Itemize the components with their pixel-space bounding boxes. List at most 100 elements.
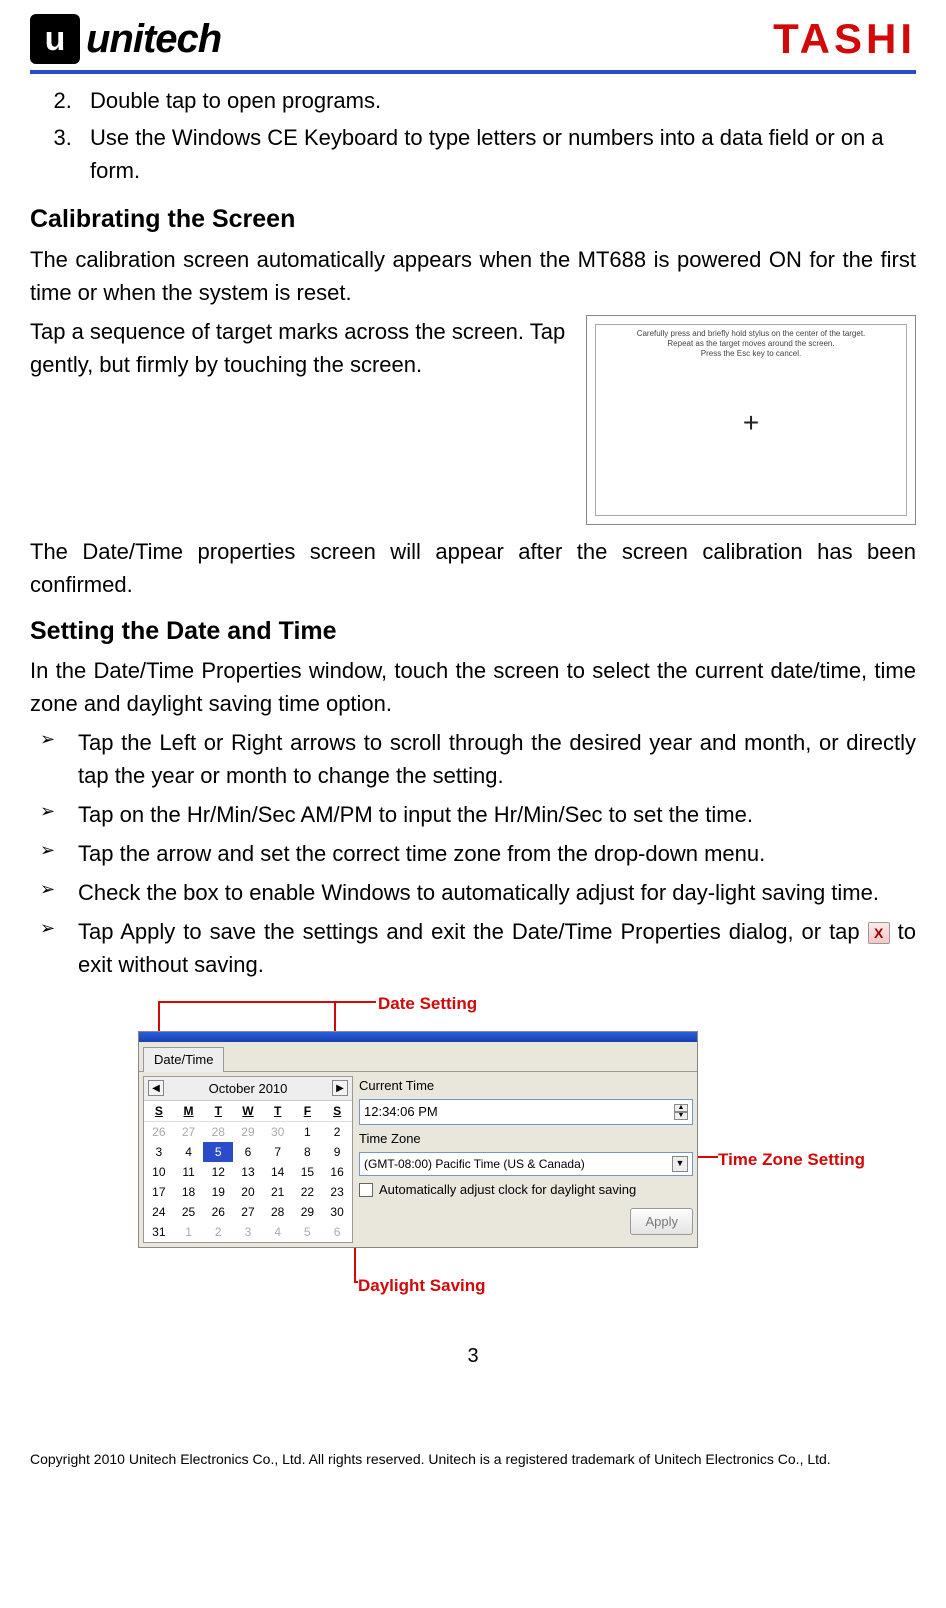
calib-intro: The calibration screen automatically app… <box>30 243 916 309</box>
calendar-dow: T <box>203 1101 233 1122</box>
calendar-day[interactable]: 29 <box>293 1202 323 1222</box>
calendar-day[interactable]: 7 <box>263 1142 293 1162</box>
calendar-month-label[interactable]: October 2010 <box>209 1079 288 1099</box>
calendar-day[interactable]: 31 <box>144 1222 174 1242</box>
datetime-bullets: Tap the Left or Right arrows to scroll t… <box>30 726 916 981</box>
calendar-dow: M <box>174 1101 204 1122</box>
calendar-day[interactable]: 6 <box>233 1142 263 1162</box>
calendar-day[interactable]: 9 <box>322 1142 352 1162</box>
time-spinner[interactable]: ▲▼ <box>674 1104 688 1120</box>
bullet-4: Check the box to enable Windows to autom… <box>30 876 916 909</box>
unitech-logo-icon: u <box>30 14 80 64</box>
calendar-day[interactable]: 26 <box>144 1122 174 1143</box>
page-header: u unitech TASHI <box>30 14 916 74</box>
annotation-tz: Time Zone Setting <box>718 1147 865 1173</box>
calendar-day[interactable]: 22 <box>293 1182 323 1202</box>
bullet-1: Tap the Left or Right arrows to scroll t… <box>30 726 916 792</box>
calendar-dow: S <box>322 1101 352 1122</box>
datetime-figure: Date Setting Time Setting Time Zone Sett… <box>38 991 908 1311</box>
cross-target-icon: + <box>743 402 759 444</box>
datetime-dialog: Date/Time ◀ October 2010 ▶ SMTWTFS 26272… <box>138 1031 698 1248</box>
page-number: 3 <box>30 1341 916 1371</box>
unitech-logo-text: unitech <box>86 17 221 62</box>
calib-instruction: Tap a sequence of target marks across th… <box>30 315 566 381</box>
bullet-3: Tap the arrow and set the correct time z… <box>30 837 916 870</box>
calib-text-1: Carefully press and briefly hold stylus … <box>637 329 866 339</box>
dst-checkbox[interactable] <box>359 1183 373 1197</box>
time-zone-label: Time Zone <box>359 1129 693 1149</box>
calendar-day[interactable]: 10 <box>144 1162 174 1182</box>
numbered-steps: Double tap to open programs. Use the Win… <box>30 84 916 187</box>
calendar-day[interactable]: 5 <box>293 1222 323 1242</box>
calibration-screenshot: Carefully press and briefly hold stylus … <box>586 315 916 525</box>
calendar-day[interactable]: 3 <box>233 1222 263 1242</box>
calendar-day[interactable]: 5 <box>203 1142 233 1162</box>
prev-month-button[interactable]: ◀ <box>148 1080 164 1096</box>
calendar-dow: S <box>144 1101 174 1122</box>
calendar-day[interactable]: 30 <box>322 1202 352 1222</box>
calendar-day[interactable]: 8 <box>293 1142 323 1162</box>
calendar-day[interactable]: 17 <box>144 1182 174 1202</box>
calendar-day[interactable]: 24 <box>144 1202 174 1222</box>
calendar-day[interactable]: 23 <box>322 1182 352 1202</box>
dialog-titlebar <box>139 1032 697 1042</box>
calendar: ◀ October 2010 ▶ SMTWTFS 262728293012345… <box>143 1076 353 1244</box>
calendar-day[interactable]: 27 <box>174 1122 204 1143</box>
calendar-day[interactable]: 25 <box>174 1202 204 1222</box>
annotation-date: Date Setting <box>378 991 477 1017</box>
calendar-day[interactable]: 19 <box>203 1182 233 1202</box>
apply-button[interactable]: Apply <box>630 1208 693 1236</box>
calendar-day[interactable]: 13 <box>233 1162 263 1182</box>
bullet-5: Tap Apply to save the settings and exit … <box>30 915 916 981</box>
calendar-day[interactable]: 6 <box>322 1222 352 1242</box>
calendar-dow: F <box>293 1101 323 1122</box>
close-icon[interactable]: X <box>868 922 890 944</box>
calendar-day[interactable]: 26 <box>203 1202 233 1222</box>
calendar-day[interactable]: 11 <box>174 1162 204 1182</box>
step-3: Use the Windows CE Keyboard to type lett… <box>78 121 916 187</box>
calendar-day[interactable]: 3 <box>144 1142 174 1162</box>
calendar-grid: SMTWTFS 26272829301234567891011121314151… <box>144 1101 352 1242</box>
calib-text-3: Press the Esc key to cancel. <box>701 349 802 359</box>
step-2: Double tap to open programs. <box>78 84 916 117</box>
unitech-logo: u unitech <box>30 14 221 64</box>
time-input[interactable]: 12:34:06 PM ▲▼ <box>359 1099 693 1125</box>
calendar-dow: W <box>233 1101 263 1122</box>
calendar-day[interactable]: 14 <box>263 1162 293 1182</box>
current-time-label: Current Time <box>359 1076 693 1096</box>
calendar-day[interactable]: 1 <box>293 1122 323 1143</box>
calendar-day[interactable]: 16 <box>322 1162 352 1182</box>
calendar-day[interactable]: 15 <box>293 1162 323 1182</box>
datetime-intro: In the Date/Time Properties window, touc… <box>30 654 916 720</box>
calendar-day[interactable]: 4 <box>263 1222 293 1242</box>
calendar-day[interactable]: 1 <box>174 1222 204 1242</box>
calendar-day[interactable]: 2 <box>322 1122 352 1143</box>
heading-calibrating: Calibrating the Screen <box>30 201 916 239</box>
calendar-day[interactable]: 28 <box>203 1122 233 1143</box>
copyright-footer: Copyright 2010 Unitech Electronics Co., … <box>30 1451 916 1477</box>
calendar-day[interactable]: 20 <box>233 1182 263 1202</box>
calendar-day[interactable]: 29 <box>233 1122 263 1143</box>
calendar-day[interactable]: 28 <box>263 1202 293 1222</box>
bullet-2: Tap on the Hr/Min/Sec AM/PM to input the… <box>30 798 916 831</box>
calib-after: The Date/Time properties screen will app… <box>30 535 916 601</box>
dst-label: Automatically adjust clock for daylight … <box>379 1180 636 1200</box>
heading-datetime: Setting the Date and Time <box>30 613 916 651</box>
bullet-5-pre: Tap Apply to save the settings and exit … <box>78 919 868 944</box>
annotation-dst: Daylight Saving <box>358 1273 486 1299</box>
next-month-button[interactable]: ▶ <box>332 1080 348 1096</box>
tab-datetime[interactable]: Date/Time <box>143 1047 224 1072</box>
calendar-dow: T <box>263 1101 293 1122</box>
calendar-day[interactable]: 30 <box>263 1122 293 1143</box>
calendar-day[interactable]: 27 <box>233 1202 263 1222</box>
time-zone-select[interactable]: (GMT-08:00) Pacific Time (US & Canada) ▼ <box>359 1152 693 1176</box>
calendar-day[interactable]: 4 <box>174 1142 204 1162</box>
tashi-logo: TASHI <box>773 15 916 63</box>
time-value: 12:34:06 PM <box>364 1102 438 1122</box>
calendar-day[interactable]: 12 <box>203 1162 233 1182</box>
calendar-day[interactable]: 18 <box>174 1182 204 1202</box>
dropdown-icon[interactable]: ▼ <box>672 1156 688 1172</box>
calendar-day[interactable]: 2 <box>203 1222 233 1242</box>
calendar-day[interactable]: 21 <box>263 1182 293 1202</box>
time-zone-value: (GMT-08:00) Pacific Time (US & Canada) <box>364 1155 585 1173</box>
